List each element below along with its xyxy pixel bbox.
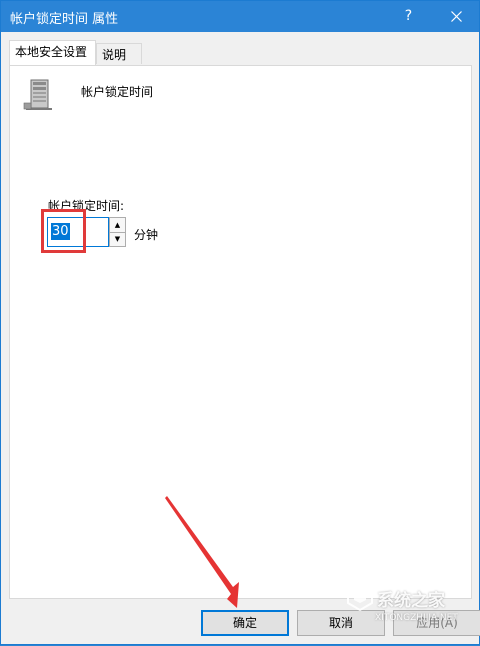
tab-label: 本地安全设置 xyxy=(15,45,88,59)
lockout-duration-spinner[interactable]: ▲ ▼ xyxy=(109,217,126,247)
properties-dialog: 帐户锁定时间 属性 ? 本地安全设置 说明 帐户锁定时间 帐户锁定时间: 30 … xyxy=(0,0,480,645)
title-bar[interactable]: 帐户锁定时间 属性 ? xyxy=(1,1,479,32)
tab-label: 说明 xyxy=(102,48,127,62)
lockout-duration-label: 帐户锁定时间: xyxy=(48,199,125,213)
tab-explain[interactable]: 说明 xyxy=(96,43,142,64)
server-icon xyxy=(23,79,52,110)
tab-panel: 帐户锁定时间 帐户锁定时间: 30 ▲ ▼ 分钟 xyxy=(9,65,472,599)
apply-button[interactable]: 应用(A) xyxy=(393,610,480,636)
cancel-button[interactable]: 取消 xyxy=(297,610,385,636)
policy-name: 帐户锁定时间 xyxy=(81,85,154,99)
ok-button[interactable]: 确定 xyxy=(201,610,289,636)
spin-up-button[interactable]: ▲ xyxy=(110,218,125,233)
window-title: 帐户锁定时间 属性 xyxy=(10,12,119,27)
tab-local-security-setting[interactable]: 本地安全设置 xyxy=(9,40,96,65)
lockout-duration-value: 30 xyxy=(51,223,70,240)
unit-label: 分钟 xyxy=(134,228,159,242)
close-icon xyxy=(451,11,462,22)
help-button[interactable]: ? xyxy=(386,1,431,32)
help-icon: ? xyxy=(404,8,413,24)
lockout-duration-input[interactable]: 30 xyxy=(47,217,109,247)
spin-down-button[interactable]: ▼ xyxy=(110,232,125,246)
close-button[interactable] xyxy=(434,1,479,32)
